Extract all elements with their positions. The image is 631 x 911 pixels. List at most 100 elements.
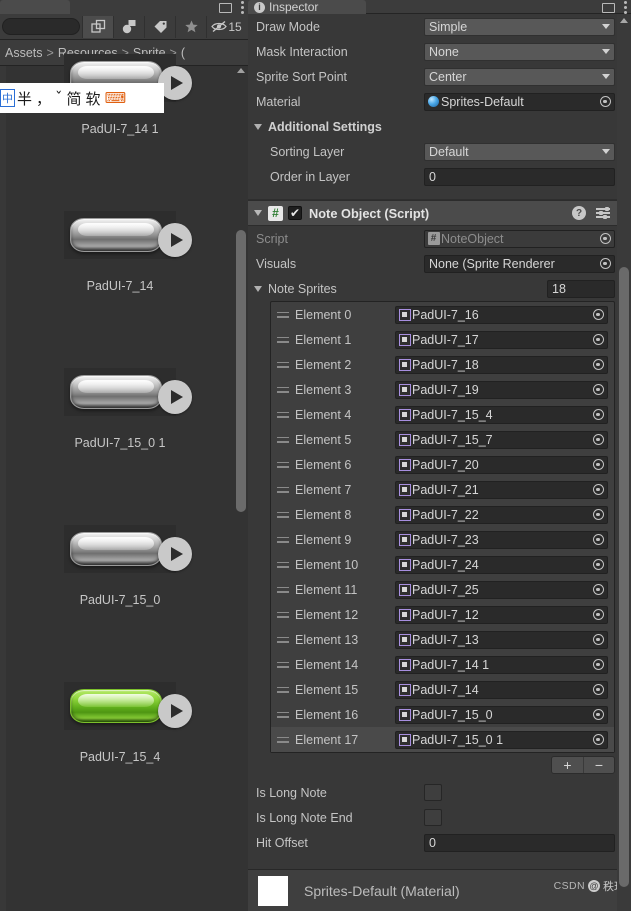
- remove-element-button[interactable]: −: [583, 757, 614, 773]
- array-element-row[interactable]: Element 8 PadUI-7_22: [271, 502, 614, 527]
- array-element-row[interactable]: Element 11 PadUI-7_25: [271, 577, 614, 602]
- material-object-field[interactable]: Sprites-Default: [424, 92, 615, 111]
- play-overlay-icon[interactable]: [158, 380, 192, 414]
- element-object-field[interactable]: PadUI-7_15_7: [395, 430, 608, 449]
- material-preview-bar[interactable]: Sprites-Default (Material) CSDN @ 秩玩: [248, 869, 631, 911]
- element-object-field[interactable]: PadUI-7_15_0: [395, 705, 608, 724]
- element-object-field[interactable]: PadUI-7_18: [395, 355, 608, 374]
- asset-type-icon[interactable]: [113, 15, 144, 38]
- expand-icon[interactable]: [82, 15, 113, 38]
- array-element-row[interactable]: Element 1 PadUI-7_17: [271, 327, 614, 352]
- object-picker-icon[interactable]: [589, 307, 607, 323]
- search-input[interactable]: [2, 18, 80, 35]
- ime-item-4[interactable]: 简: [65, 88, 84, 109]
- object-picker-icon[interactable]: [589, 332, 607, 348]
- is-long-note-end-checkbox[interactable]: [424, 809, 442, 826]
- component-header-note-object[interactable]: ✔ Note Object (Script) ?: [248, 200, 631, 226]
- drag-handle-icon[interactable]: [277, 561, 291, 568]
- object-picker-icon[interactable]: [596, 94, 614, 110]
- add-element-button[interactable]: +: [552, 757, 583, 773]
- chevron-down-icon[interactable]: [254, 285, 262, 292]
- element-object-field[interactable]: PadUI-7_13: [395, 630, 608, 649]
- array-element-row[interactable]: Element 14 PadUI-7_14 1: [271, 652, 614, 677]
- drag-handle-icon[interactable]: [277, 511, 291, 518]
- drag-handle-icon[interactable]: [277, 411, 291, 418]
- play-overlay-icon[interactable]: [158, 694, 192, 728]
- array-element-row[interactable]: Element 9 PadUI-7_23: [271, 527, 614, 552]
- ime-item-2[interactable]: ，: [34, 88, 53, 109]
- label-icon[interactable]: [144, 15, 175, 38]
- more-options-icon[interactable]: [624, 1, 627, 14]
- array-element-row[interactable]: Element 0 PadUI-7_16: [271, 302, 614, 327]
- object-picker-icon[interactable]: [589, 657, 607, 673]
- inspector-scrollbar[interactable]: [617, 14, 631, 911]
- object-picker-icon[interactable]: [589, 457, 607, 473]
- object-picker-icon[interactable]: [589, 632, 607, 648]
- more-options-icon[interactable]: [241, 1, 244, 14]
- preset-icon[interactable]: [596, 207, 610, 219]
- object-picker-icon[interactable]: [589, 432, 607, 448]
- asset-item-3[interactable]: PadUI-7_15_0: [6, 525, 234, 607]
- ime-item-1[interactable]: 半: [15, 88, 34, 109]
- drag-handle-icon[interactable]: [277, 486, 291, 493]
- play-overlay-icon[interactable]: [158, 537, 192, 571]
- drag-handle-icon[interactable]: [277, 536, 291, 543]
- asset-grid[interactable]: PadUI-7_14 1 PadUI-7_14 PadUI-7_15_0 1 P…: [0, 54, 248, 911]
- element-object-field[interactable]: PadUI-7_15_4: [395, 405, 608, 424]
- asset-item-4[interactable]: PadUI-7_15_4: [6, 682, 234, 764]
- scroll-up-arrow[interactable]: [237, 68, 245, 73]
- object-picker-icon[interactable]: [589, 682, 607, 698]
- play-overlay-icon[interactable]: [158, 223, 192, 257]
- component-enabled-checkbox[interactable]: ✔: [288, 206, 302, 220]
- element-object-field[interactable]: PadUI-7_12: [395, 605, 608, 624]
- element-object-field[interactable]: PadUI-7_16: [395, 305, 608, 324]
- sprite-sort-point-dropdown[interactable]: Center: [424, 67, 615, 86]
- ime-item-3[interactable]: ˇ: [53, 89, 65, 107]
- drag-handle-icon[interactable]: [277, 711, 291, 718]
- drag-handle-icon[interactable]: [277, 686, 291, 693]
- hidden-eye-icon[interactable]: 15: [206, 15, 246, 38]
- favorite-star-icon[interactable]: [175, 15, 206, 38]
- element-object-field[interactable]: PadUI-7_25: [395, 580, 608, 599]
- array-element-row[interactable]: Element 3 PadUI-7_19: [271, 377, 614, 402]
- array-element-row[interactable]: Element 13 PadUI-7_13: [271, 627, 614, 652]
- scrollbar-thumb[interactable]: [619, 267, 629, 887]
- drag-handle-icon[interactable]: [277, 461, 291, 468]
- object-picker-icon[interactable]: [589, 382, 607, 398]
- element-object-field[interactable]: PadUI-7_20: [395, 455, 608, 474]
- drag-handle-icon[interactable]: [277, 386, 291, 393]
- visuals-object-field[interactable]: None (Sprite Renderer: [424, 254, 615, 273]
- drag-handle-icon[interactable]: [277, 586, 291, 593]
- element-object-field[interactable]: PadUI-7_17: [395, 330, 608, 349]
- ime-item-5[interactable]: 软: [84, 88, 103, 109]
- element-object-field[interactable]: PadUI-7_14: [395, 680, 608, 699]
- chevron-down-icon[interactable]: [254, 210, 262, 216]
- object-picker-icon[interactable]: [589, 582, 607, 598]
- element-object-field[interactable]: PadUI-7_21: [395, 480, 608, 499]
- drag-handle-icon[interactable]: [277, 661, 291, 668]
- order-in-layer-input[interactable]: 0: [424, 167, 615, 186]
- array-element-row[interactable]: Element 17 PadUI-7_15_0 1: [271, 727, 614, 752]
- object-picker-icon[interactable]: [596, 256, 614, 272]
- drag-handle-icon[interactable]: [277, 436, 291, 443]
- object-picker-icon[interactable]: [589, 357, 607, 373]
- element-object-field[interactable]: PadUI-7_22: [395, 505, 608, 524]
- foldout-additional-settings[interactable]: Additional Settings: [248, 114, 631, 139]
- object-picker-icon[interactable]: [589, 607, 607, 623]
- object-picker-icon[interactable]: [589, 507, 607, 523]
- array-element-row[interactable]: Element 7 PadUI-7_21: [271, 477, 614, 502]
- project-tab[interactable]: [0, 0, 70, 14]
- drag-handle-icon[interactable]: [277, 311, 291, 318]
- ime-toolbar[interactable]: 中 半 ， ˇ 简 软 ⌨: [0, 83, 164, 113]
- object-picker-icon[interactable]: [589, 532, 607, 548]
- project-scrollbar[interactable]: [234, 66, 248, 911]
- drag-handle-icon[interactable]: [277, 611, 291, 618]
- array-element-row[interactable]: Element 12 PadUI-7_12: [271, 602, 614, 627]
- array-element-row[interactable]: Element 4 PadUI-7_15_4: [271, 402, 614, 427]
- element-object-field[interactable]: PadUI-7_19: [395, 380, 608, 399]
- scrollbar-thumb[interactable]: [236, 230, 246, 512]
- array-size-input[interactable]: 18: [547, 279, 615, 298]
- ime-item-0[interactable]: 中: [0, 89, 15, 107]
- object-picker-icon[interactable]: [589, 557, 607, 573]
- array-element-row[interactable]: Element 2 PadUI-7_18: [271, 352, 614, 377]
